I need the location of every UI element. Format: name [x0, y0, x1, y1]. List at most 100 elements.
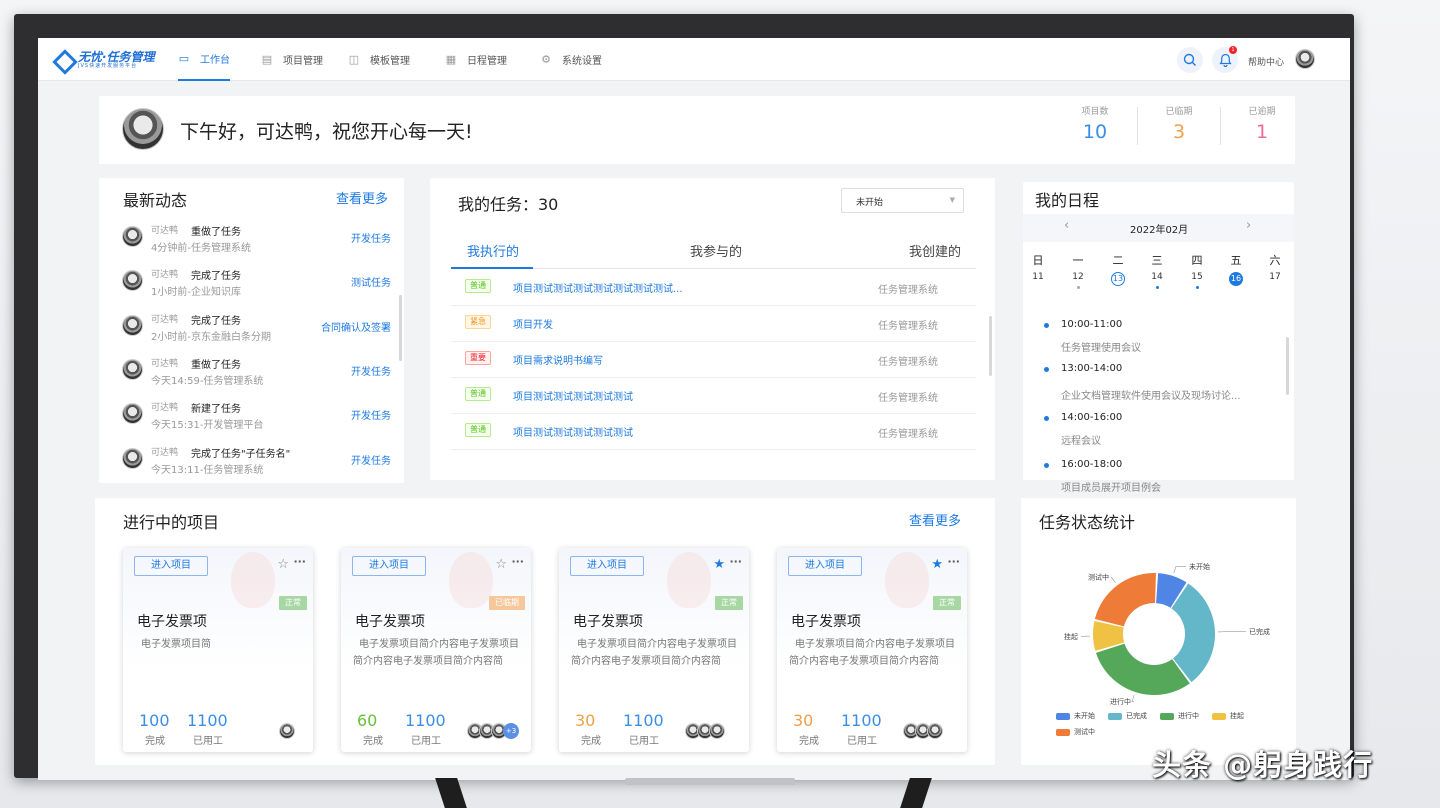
legend-swatch: [1056, 712, 1070, 720]
calendar-day[interactable]: 11: [1028, 272, 1048, 282]
calendar-day[interactable]: 17: [1265, 272, 1285, 282]
news-task-link[interactable]: 开发任务: [351, 452, 391, 467]
news-item[interactable]: 可达鸭 完成了任务"子任务名" 今天13:11-任务管理系统 开发任务: [99, 441, 404, 485]
greeting-avatar: [122, 108, 164, 150]
donut-slice-2[interactable]: [1095, 643, 1190, 695]
legend-item[interactable]: 进行中: [1160, 711, 1199, 721]
task-name-link[interactable]: 项目测试测试测试测试测试测试测试...: [513, 280, 683, 295]
legend-item[interactable]: 测试中: [1056, 727, 1095, 737]
legend-item[interactable]: 挂起: [1212, 711, 1244, 721]
stat-projects[interactable]: 项目数 10: [1055, 104, 1135, 143]
help-center-link[interactable]: 帮助中心: [1248, 55, 1284, 68]
task-row[interactable]: 普通 项目测试测试测试测试测试测试测试... 任务管理系统: [451, 270, 976, 306]
event-time[interactable]: 10:00-11:00: [1061, 319, 1122, 330]
event-time[interactable]: 14:00-16:00: [1061, 412, 1122, 423]
task-row[interactable]: 普通 项目测试测试测试测试测试 任务管理系统: [451, 414, 976, 450]
star-icon[interactable]: ★: [931, 557, 943, 572]
news-item[interactable]: 可达鸭 完成了任务 1小时前-企业知识库 测试任务: [99, 263, 404, 307]
nav-dashboard[interactable]: ▭ 工作台: [178, 38, 230, 81]
more-members-badge[interactable]: +3: [503, 723, 519, 739]
projects-more-link[interactable]: 查看更多: [909, 510, 961, 529]
used-hours: 1100: [841, 711, 882, 730]
news-task-link[interactable]: 开发任务: [351, 230, 391, 245]
more-icon[interactable]: ···: [293, 555, 306, 568]
search-button[interactable]: [1177, 47, 1203, 73]
enter-project-button[interactable]: 进入项目: [570, 556, 644, 576]
star-icon[interactable]: ☆: [495, 557, 507, 572]
news-task-link[interactable]: 开发任务: [351, 407, 391, 422]
stat-label: 已临期: [1165, 107, 1193, 117]
news-item[interactable]: 可达鸭 完成了任务 2小时前-京东金融白条分期 合同确认及签署: [99, 308, 404, 352]
calendar-day[interactable]: 14: [1147, 272, 1167, 282]
event-name[interactable]: 企业文档管理软件使用会议及现场讨论...: [1061, 387, 1241, 402]
calendar-day[interactable]: 13: [1108, 272, 1128, 286]
member-avatar[interactable]: [279, 723, 295, 739]
legend-item[interactable]: 未开始: [1056, 711, 1095, 721]
description-line: 电子发票项目简介内容电子发票项目: [359, 639, 519, 650]
tab-created[interactable]: 我创建的: [909, 241, 961, 260]
tasks-scrollbar[interactable]: [989, 316, 992, 376]
news-task-link[interactable]: 合同确认及签署: [321, 319, 391, 334]
event-bullet: [1044, 463, 1049, 468]
nav-settings[interactable]: ⚙ 系统设置: [540, 38, 602, 81]
legend-item[interactable]: 已完成: [1108, 711, 1147, 721]
news-scrollbar[interactable]: [399, 295, 402, 361]
enter-project-button[interactable]: 进入项目: [134, 556, 208, 576]
event-dot: [1077, 286, 1080, 289]
news-more-link[interactable]: 查看更多: [336, 188, 388, 207]
member-avatar[interactable]: [927, 723, 943, 739]
calendar-day[interactable]: 16: [1226, 272, 1246, 286]
task-name-link[interactable]: 项目开发: [513, 316, 553, 331]
more-icon[interactable]: ···: [947, 555, 960, 568]
project-card[interactable]: 进入项目 ★ ··· 正常 电子发票项 电子发票项目简介内容电子发票项目 简介内容电子发票项…: [777, 548, 967, 752]
task-row[interactable]: 紧急 项目开发 任务管理系统: [451, 306, 976, 342]
news-item[interactable]: 可达鸭 重做了任务 今天14:59-任务管理系统 开发任务: [99, 352, 404, 396]
more-icon[interactable]: ···: [729, 555, 742, 568]
project-card[interactable]: 进入项目 ★ ··· 正常 电子发票项 电子发票项目简介内容电子发票项目 简介内容电子发票项…: [559, 548, 749, 752]
user-avatar[interactable]: [1295, 49, 1315, 69]
monitor-stand-bar: [625, 778, 795, 785]
schedule-scrollbar[interactable]: [1286, 337, 1289, 395]
brand-name: 无忧·任务管理: [78, 50, 155, 64]
member-avatar[interactable]: [709, 723, 725, 739]
event-name[interactable]: 任务管理使用会议: [1061, 339, 1141, 354]
nav-templates[interactable]: ◫ 模板管理: [348, 38, 410, 81]
tab-participating[interactable]: 我参与的: [690, 241, 742, 260]
brand-logo[interactable]: 无忧·任务管理 JVS快速开发服务平台: [54, 49, 155, 71]
calendar-day[interactable]: 15: [1187, 272, 1207, 282]
stat-due-soon[interactable]: 已临期 3: [1139, 104, 1219, 143]
task-name-link[interactable]: 项目测试测试测试测试测试: [513, 388, 633, 403]
news-task-link[interactable]: 测试任务: [351, 274, 391, 289]
project-card[interactable]: 进入项目 ☆ ··· 正常 电子发票项 电子发票项目简 100 1100 完成 已用工: [123, 548, 313, 752]
event-name[interactable]: 项目成员展开项目例会: [1061, 479, 1161, 494]
news-item[interactable]: 可达鸭 重做了任务 4分钟前-任务管理系统 开发任务: [99, 219, 404, 263]
nav-schedule[interactable]: ▦ 日程管理: [445, 38, 507, 81]
chevron-right-icon[interactable]: ›: [1246, 218, 1251, 233]
nav-projects[interactable]: ▤ 项目管理: [261, 38, 323, 81]
task-name-link[interactable]: 项目测试测试测试测试测试: [513, 424, 633, 439]
enter-project-button[interactable]: 进入项目: [788, 556, 862, 576]
event-time[interactable]: 16:00-18:00: [1061, 459, 1122, 470]
weekday-label: 一: [1072, 254, 1084, 267]
news-task-link[interactable]: 开发任务: [351, 363, 391, 378]
task-row[interactable]: 普通 项目测试测试测试测试测试 任务管理系统: [451, 378, 976, 414]
star-icon[interactable]: ★: [713, 557, 725, 572]
enter-project-button[interactable]: 进入项目: [352, 556, 426, 576]
task-project: 任务管理系统: [878, 429, 938, 440]
notification-button[interactable]: 1: [1212, 46, 1238, 73]
more-icon[interactable]: ···: [511, 555, 524, 568]
chevron-left-icon[interactable]: ‹: [1064, 218, 1069, 233]
news-item[interactable]: 可达鸭 新建了任务 今天15:31-开发管理平台 开发任务: [99, 396, 404, 440]
stat-overdue[interactable]: 已逾期 1: [1222, 104, 1302, 143]
event-name[interactable]: 远程会议: [1061, 432, 1101, 447]
task-row[interactable]: 重要 项目需求说明书编写 任务管理系统: [451, 342, 976, 378]
task-status-select[interactable]: 未开始 ▼: [841, 188, 964, 213]
star-icon[interactable]: ☆: [277, 557, 289, 572]
calendar-day[interactable]: 12: [1068, 272, 1088, 282]
tab-executing[interactable]: 我执行的: [467, 241, 519, 260]
event-time[interactable]: 13:00-14:00: [1061, 363, 1122, 374]
news-user: 可达鸭: [151, 314, 179, 325]
project-name: 电子发票项: [137, 614, 207, 630]
task-name-link[interactable]: 项目需求说明书编写: [513, 352, 603, 367]
project-card[interactable]: 进入项目 ☆ ··· 已临期 电子发票项 电子发票项目简介内容电子发票项目 简介内容电子发票…: [341, 548, 531, 752]
